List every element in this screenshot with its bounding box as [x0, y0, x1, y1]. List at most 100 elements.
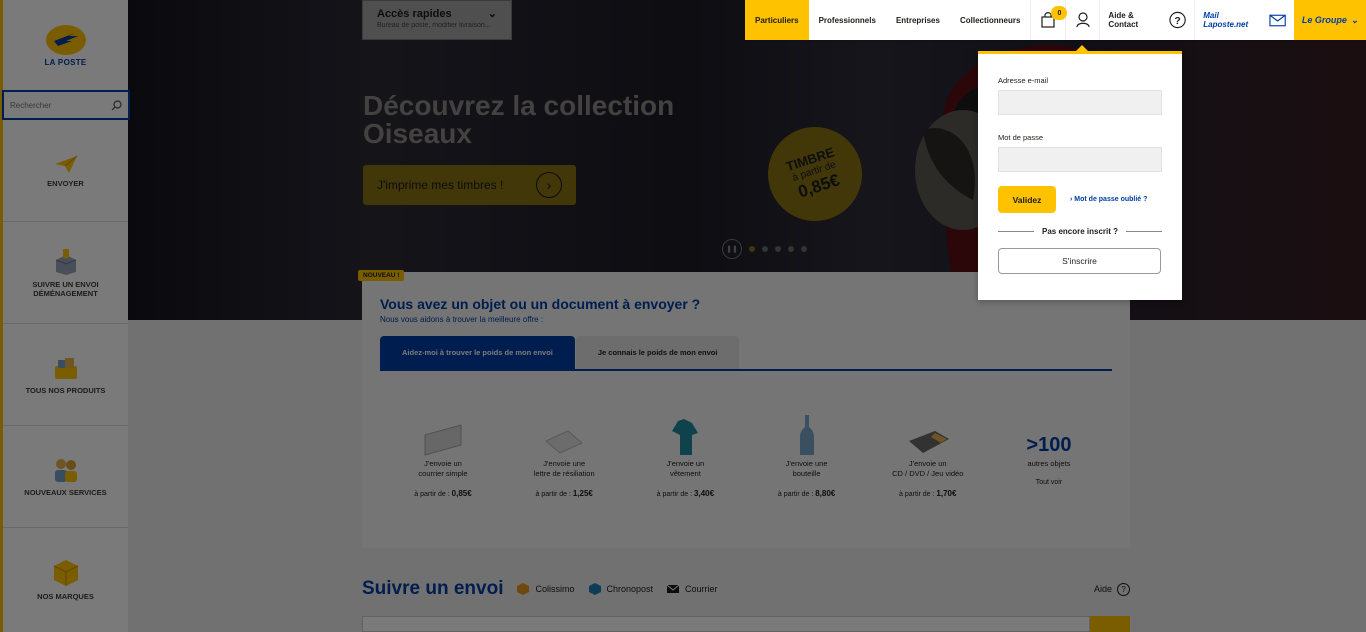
product-cd-dvd[interactable]: J'envoie un CD / DVD / Jeu vidéo à partir… [873, 407, 983, 498]
dropdown-arrow [1076, 45, 1088, 51]
sidebar-item-label: NOS MARQUES [37, 591, 94, 601]
le-groupe-label: Le Groupe [1301, 15, 1347, 25]
carrier-courrier[interactable]: Courrier [667, 583, 718, 595]
tracking-search-button[interactable] [1090, 616, 1130, 632]
password-label: Mot de passe [998, 133, 1044, 142]
tracking-help[interactable]: Aide ? [1093, 582, 1130, 596]
carousel-dot[interactable] [788, 246, 794, 252]
svg-text:?: ? [1174, 16, 1180, 27]
carrier-chronopost[interactable]: Chronopost [588, 583, 653, 595]
colissimo-icon [517, 583, 530, 595]
logo-text: LA POSTE [44, 57, 87, 67]
tab-find-weight[interactable]: Aidez-moi à trouver le poids de mon envo… [380, 336, 575, 369]
product-label: J'envoie un courrier simple [418, 459, 468, 479]
register-button[interactable]: S'inscrire [998, 248, 1161, 274]
see-all-link[interactable]: Tout voir [994, 479, 1104, 486]
sidebar-item-label: NOUVEAUX SERVICES [24, 488, 107, 497]
quick-access-title: Accès rapides [377, 7, 452, 20]
email-label: Adresse e-mail [998, 76, 1049, 85]
product-label: J'envoie une lettre de résiliation [533, 459, 595, 479]
sidebar-item-services[interactable]: NOUVEAUX SERVICES [3, 426, 128, 528]
chevron-down-icon: ⌄ [487, 8, 497, 20]
product-bottle[interactable]: J'envoie une bouteille à partir de : 8,80… [752, 407, 862, 498]
question-icon: ? [1117, 582, 1130, 596]
sidebar-item-suivre[interactable]: SUIVRE UN ENVOI DÉMÉNAGEMENT [3, 222, 128, 324]
product-clothing[interactable]: J'envoie un vêtement à partir de : 3,40€ [630, 407, 740, 498]
sidebar-item-envoyer[interactable]: ENVOYER [3, 120, 128, 222]
la-poste-logo-icon [45, 24, 86, 55]
sidebar-item-marques[interactable]: NOS MARQUES [3, 528, 128, 630]
product-resiliation[interactable]: J'envoie une lettre de résiliation à part… [509, 407, 619, 498]
carrier-label: Courrier [685, 584, 718, 594]
sidebar-search[interactable] [2, 90, 130, 120]
carrier-colissimo[interactable]: Colissimo [517, 583, 575, 595]
paper-plane-icon [54, 155, 77, 173]
tab-know-weight[interactable]: Je connais le poids de mon envoi [575, 336, 740, 369]
new-badge: NOUVEAU ! [358, 270, 405, 281]
product-label: J'envoie une bouteille [785, 459, 828, 479]
carrier-label: Colissimo [535, 584, 575, 594]
hero-title: Découvrez la collection Oiseaux [363, 90, 675, 149]
nav-entreprises[interactable]: Entreprises [886, 0, 950, 40]
pause-icon[interactable]: ❚❚ [722, 239, 742, 259]
parcel-box-icon [55, 248, 76, 275]
not-registered-separator: Pas encore inscrit ? [998, 227, 1162, 236]
nav-collectionneurs[interactable]: Collectionneurs [950, 0, 1030, 40]
tracking-input[interactable] [362, 616, 1090, 632]
search-input[interactable] [10, 100, 111, 110]
email-field[interactable] [998, 90, 1162, 115]
sidebar-item-label: SUIVRE UN ENVOI DÉMÉNAGEMENT [32, 279, 99, 298]
carousel-dot[interactable] [775, 246, 781, 252]
sidebar-item-produits[interactable]: TOUS NOS PRODUITS [3, 324, 128, 426]
carousel-controls: ❚❚ [722, 239, 807, 259]
help-contact-link[interactable]: Aide & Contact ? [1099, 0, 1194, 40]
chevron-down-icon: ⌄ [1350, 14, 1359, 25]
mail-laposte-link[interactable]: Mail Laposte.net [1194, 0, 1294, 40]
envelope-icon [424, 424, 462, 456]
letter-icon [545, 430, 584, 454]
more-label: autres objets [1027, 459, 1071, 468]
print-stamps-button[interactable]: J'imprime mes timbres ! › [363, 165, 576, 205]
product-others[interactable]: >100 autres objets Tout voir [994, 407, 1104, 498]
quick-access-dropdown[interactable]: Accès rapides ⌄ Bureau de poste, modifier… [362, 0, 512, 40]
question-icon: ? [1169, 11, 1186, 29]
tracking-section: Suivre un envoi Colissimo Chronopost Cou… [362, 578, 1130, 600]
validate-button[interactable]: Validez [998, 186, 1056, 213]
send-subtitle: Nous vous aidons à trouver la meilleure … [380, 315, 544, 324]
user-icon [1076, 12, 1090, 28]
product-label: J'envoie un CD / DVD / Jeu vidéo [892, 459, 964, 479]
bottle-icon [799, 415, 814, 455]
nav-particuliers[interactable]: Particuliers [745, 0, 809, 40]
product-label: J'envoie un vêtement [666, 459, 705, 479]
sidebar-item-label: ENVOYER [47, 179, 84, 188]
help-label: Aide [1093, 584, 1112, 594]
search-icon[interactable] [111, 99, 122, 111]
shirt-icon [672, 419, 699, 455]
help-contact-label: Aide & Contact [1108, 11, 1139, 29]
product-price: à partir de : 1,70€ [899, 489, 957, 499]
le-groupe-menu[interactable]: Le Groupe ⌄ [1294, 0, 1366, 40]
tracking-title: Suivre un envoi [362, 578, 504, 599]
cart-button[interactable]: 0 [1030, 0, 1068, 40]
chronopost-icon [588, 583, 601, 595]
top-navigation: Particuliers Professionnels Entreprises … [745, 0, 1366, 40]
send-helper-card: NOUVEAU ! Vous avez un objet ou un docum… [358, 270, 1130, 548]
product-price: à partir de : 3,40€ [656, 489, 715, 499]
not-registered-text: Pas encore inscrit ? [1041, 227, 1119, 236]
nav-professionnels[interactable]: Professionnels [809, 0, 886, 40]
more-count: >100 [1026, 434, 1072, 456]
password-field[interactable] [998, 147, 1162, 172]
product-price: à partir de : 1,25€ [535, 489, 593, 499]
carousel-dot[interactable] [801, 246, 807, 252]
sidebar: LA POSTE ENVOYER SUIVRE UN ENVOI DÉMÉNAG… [0, 0, 130, 632]
la-poste-logo[interactable]: LA POSTE [3, 0, 128, 90]
product-list: J'envoie un courrier simple à partir de :… [380, 407, 1112, 498]
account-button[interactable] [1064, 0, 1100, 40]
forgot-password-link[interactable]: › Mot de passe oublié ? [1070, 196, 1147, 203]
shopping-basket-icon [54, 358, 77, 379]
product-price: à partir de : 0,85€ [414, 489, 472, 499]
print-stamps-label: J'imprime mes timbres ! [377, 178, 504, 192]
carousel-dot[interactable] [762, 246, 768, 252]
product-letter[interactable]: J'envoie un courrier simple à partir de :… [388, 407, 498, 498]
carousel-dot[interactable] [749, 246, 755, 252]
